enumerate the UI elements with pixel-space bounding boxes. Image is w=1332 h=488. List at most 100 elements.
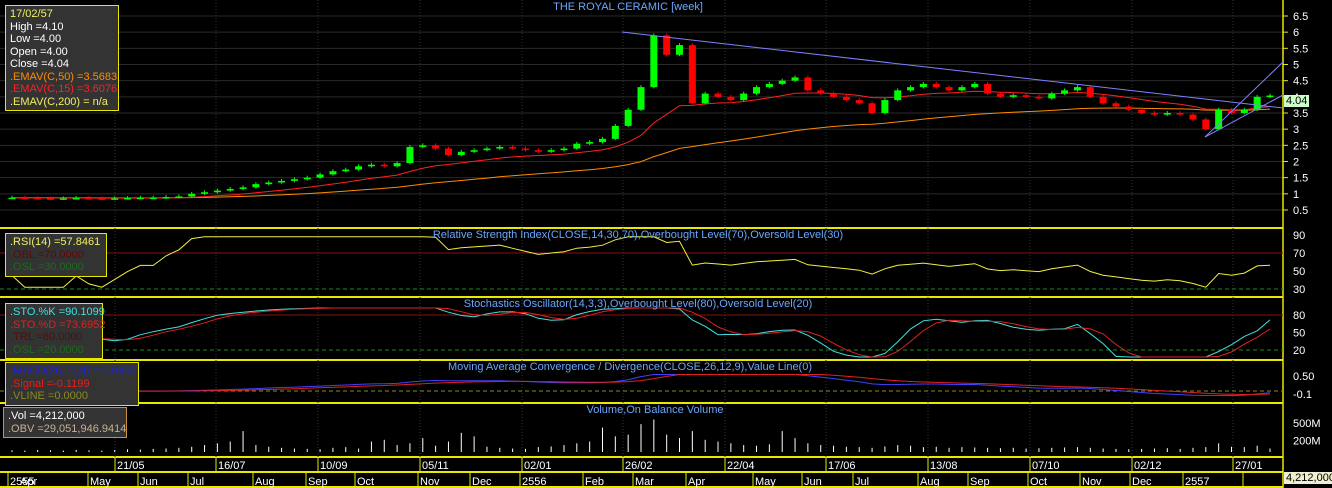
candle-body <box>316 174 324 178</box>
month-tick-label: Sep <box>970 476 990 488</box>
candle-body <box>701 93 709 104</box>
candle-body <box>1048 93 1056 99</box>
price-axis-label: 1 <box>1293 189 1299 201</box>
candle-body <box>1009 95 1017 97</box>
candle-body <box>894 90 902 101</box>
candle-body <box>290 179 298 181</box>
date-tick-label: 02/01 <box>524 460 552 472</box>
sto-axis-label: 80 <box>1293 310 1305 322</box>
candle-body <box>496 146 504 149</box>
date-tick-label: 05/11 <box>422 460 449 472</box>
candle-body <box>688 45 696 104</box>
month-tick-label: Aug <box>255 476 275 488</box>
macd-axis-label: -0.1 <box>1293 389 1312 401</box>
info-date: 17/02/57 <box>10 8 53 20</box>
price-axis-label: 4.5 <box>1293 76 1308 88</box>
candle-body <box>136 197 144 200</box>
month-tick-label: May <box>755 476 776 488</box>
date-tick-label: 10/09 <box>320 460 348 472</box>
month-tick-label: Dec <box>1132 476 1152 488</box>
candle-body <box>1035 96 1043 99</box>
date-tick-label: 22/04 <box>727 460 755 472</box>
candle-body <box>1086 87 1094 97</box>
candle-body <box>907 87 915 91</box>
candle-body <box>547 150 555 152</box>
macd-axis-label: 0.50 <box>1293 371 1314 383</box>
rsi-title: Relative Strength Index(CLOSE,14,30,70),… <box>432 229 844 241</box>
candle-body <box>958 87 966 91</box>
macd-signal: .Signal =-0.1199 <box>10 377 90 390</box>
candle-body <box>342 169 350 172</box>
candle-body <box>483 148 491 151</box>
last-volume-label: 4,212,000 <box>1284 472 1332 484</box>
info-ema15: .EMAV(C,15) =3.6076 <box>10 83 118 95</box>
chart-title: THE ROYAL CERAMIC [week] <box>553 1 703 13</box>
month-tick-label: 2556 <box>522 476 546 488</box>
candle-body <box>637 87 645 110</box>
date-tick-label: 13/08 <box>930 460 958 472</box>
date-tick-label: 02/12 <box>1134 460 1162 472</box>
candle-body <box>278 180 286 183</box>
candle-body <box>753 87 761 94</box>
candle-body <box>1061 90 1069 94</box>
date-tick-label: 27/01 <box>1235 460 1263 472</box>
candle-body <box>201 192 209 194</box>
info-open: Open =4.00 <box>10 45 68 58</box>
candle-body <box>945 87 953 91</box>
month-tick-label: 2557 <box>1185 476 1209 488</box>
candle-body <box>996 93 1004 97</box>
candle-body <box>59 198 67 200</box>
candle-body <box>8 197 16 200</box>
candle-body <box>303 177 311 180</box>
candle-body <box>534 150 542 152</box>
candle-body <box>98 198 106 200</box>
info-ema50: .EMAV(C,50) =3.5683 <box>10 70 118 83</box>
ema50-line <box>12 107 1271 199</box>
candle-body <box>714 93 722 97</box>
candle-body <box>817 90 825 94</box>
candle-body <box>406 146 414 164</box>
candle-body <box>740 93 748 101</box>
candle-body <box>521 148 529 151</box>
rsi-axis-label: 30 <box>1293 284 1305 296</box>
candle-body <box>34 198 42 200</box>
candle-body <box>111 198 119 200</box>
rsi-value: .RSI(14) =57.8461 <box>10 236 101 248</box>
candle-body <box>804 77 812 91</box>
candle-body <box>380 164 388 167</box>
date-tick-label: 17/06 <box>828 460 856 472</box>
candle-body <box>1150 112 1158 115</box>
month-tick-label: Aug <box>920 476 940 488</box>
candle-body <box>971 83 979 88</box>
candle-body <box>252 184 260 188</box>
candle-body <box>868 103 876 113</box>
candle-body <box>85 198 93 200</box>
candle-body <box>124 198 132 200</box>
candle-body <box>149 197 157 200</box>
candle-body <box>1266 95 1274 98</box>
sto-k: .STO.%K =90.1099 <box>10 306 105 318</box>
stock-chart[interactable]: 21/05 16/07 10/09 05/11 02/01 26/02 22/04 17/06… <box>0 0 1332 488</box>
obv-value: .OBV =29,051,946.9414 <box>8 422 127 435</box>
candle-body <box>226 188 234 191</box>
date-tick-label: 26/02 <box>625 460 653 472</box>
volume-title: Volume,On Balance Volume <box>586 404 724 416</box>
candle-body <box>444 148 452 156</box>
candle-body <box>1189 114 1197 120</box>
volume-axis-label: 200M <box>1293 435 1321 447</box>
candle-body <box>586 142 594 144</box>
volume-info-box: .Vol =4,212,000 .OBV =29,051,946.9414 <box>3 407 127 438</box>
candle-body <box>984 83 992 94</box>
rsi-obl: .OBL =70.0000 <box>10 248 84 261</box>
rsi-axis-label: 50 <box>1293 266 1305 278</box>
month-tick-label: Dec <box>472 476 492 488</box>
candle-body <box>932 83 940 88</box>
candle-body <box>919 83 927 88</box>
month-tick-label: Sep <box>308 476 328 488</box>
candle-body <box>470 150 478 152</box>
candle-body <box>830 93 838 97</box>
candle-body <box>778 80 786 84</box>
rsi-line <box>11 236 1271 288</box>
price-axis-label: 5 <box>1293 59 1299 71</box>
candle-body <box>188 193 196 197</box>
